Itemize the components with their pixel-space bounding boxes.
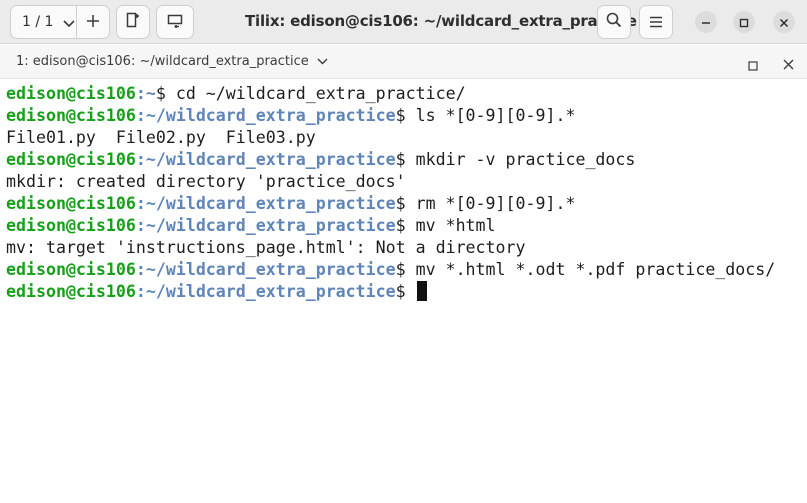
prompt-path: :~/wildcard_extra_practice	[135, 282, 396, 301]
output-line: File01.py File02.py File03.py	[6, 127, 807, 149]
prompt-path: :~/wildcard_extra_practice	[135, 150, 396, 169]
plus-icon	[86, 13, 100, 32]
add-terminal-right-button[interactable]	[116, 5, 150, 39]
prompt-line: edison@cis106:~/wildcard_extra_practice$…	[6, 149, 807, 171]
maximize-button[interactable]	[733, 11, 755, 33]
prompt-line: edison@cis106:~$ cd ~/wildcard_extra_pra…	[6, 83, 807, 105]
close-icon	[779, 13, 789, 32]
prompt-line: edison@cis106:~/wildcard_extra_practice$…	[6, 105, 807, 127]
prompt-path: :~/wildcard_extra_practice	[135, 194, 396, 213]
command-text: $ cd ~/wildcard_extra_practice/	[155, 84, 466, 103]
command-text: $	[395, 282, 416, 301]
hamburger-icon	[649, 13, 663, 32]
command-text: $ ls *[0-9][0-9].*	[395, 106, 576, 125]
close-button[interactable]	[773, 11, 795, 33]
terminal-title-dropdown[interactable]: 1: edison@cis106: ~/wildcard_extra_pract…	[16, 54, 328, 69]
maximize-icon	[739, 13, 749, 32]
header-bar: 1 / 1 Tilix: edison@cis106: ~/wildcard_e…	[0, 0, 807, 44]
minimize-button[interactable]	[695, 11, 717, 33]
chevron-down-icon	[63, 13, 76, 32]
prompt-path: :~/wildcard_extra_practice	[135, 260, 396, 279]
split-down-icon	[167, 13, 183, 32]
prompt-user: edison@cis106	[6, 150, 136, 169]
prompt-line: edison@cis106:~/wildcard_extra_practice$…	[6, 193, 807, 215]
command-text: $ rm *[0-9][0-9].*	[395, 194, 576, 213]
command-text: $ mv *.html *.odt *.pdf practice_docs/	[395, 260, 776, 279]
output-text: File01.py File02.py File03.py	[6, 128, 316, 147]
output-line: mv: target 'instructions_page.html': Not…	[6, 237, 807, 259]
output-text: mv: target 'instructions_page.html': Not…	[6, 238, 526, 257]
close-icon	[783, 55, 794, 74]
minimize-icon	[701, 13, 711, 32]
split-right-icon	[126, 12, 140, 32]
command-text: $ mv *html	[395, 216, 496, 235]
output-line: mkdir: created directory 'practice_docs'	[6, 171, 807, 193]
menu-button[interactable]	[639, 5, 673, 39]
prompt-line: edison@cis106:~/wildcard_extra_practice$…	[6, 259, 807, 281]
maximize-icon	[748, 56, 758, 75]
prompt-line: edison@cis106:~/wildcard_extra_practice$	[6, 281, 807, 303]
search-icon	[606, 12, 622, 32]
prompt-path: :~	[135, 84, 156, 103]
prompt-line: edison@cis106:~/wildcard_extra_practice$…	[6, 215, 807, 237]
terminal-titlebar: 1: edison@cis106: ~/wildcard_extra_pract…	[0, 45, 807, 79]
search-button[interactable]	[597, 5, 631, 39]
terminal-maximize-button[interactable]	[748, 56, 758, 75]
prompt-user: edison@cis106	[6, 106, 136, 125]
prompt-path: :~/wildcard_extra_practice	[135, 106, 396, 125]
prompt-user: edison@cis106	[6, 194, 136, 213]
session-selector[interactable]: 1 / 1	[10, 5, 77, 39]
add-terminal-down-button[interactable]	[156, 5, 194, 39]
terminal-close-button[interactable]	[783, 55, 794, 74]
prompt-user: edison@cis106	[6, 260, 136, 279]
terminal-title-label: 1: edison@cis106: ~/wildcard_extra_pract…	[16, 54, 309, 69]
session-label: 1 / 1	[22, 14, 54, 30]
add-session-button[interactable]	[77, 5, 110, 39]
chevron-down-icon	[317, 54, 328, 69]
output-text: mkdir: created directory 'practice_docs'	[6, 172, 406, 191]
window-title: Tilix: edison@cis106: ~/wildcard_extra_p…	[245, 12, 637, 30]
prompt-user: edison@cis106	[6, 216, 136, 235]
command-text: $ mkdir -v practice_docs	[395, 150, 636, 169]
prompt-user: edison@cis106	[6, 282, 136, 301]
terminal-cursor	[416, 281, 427, 301]
prompt-user: edison@cis106	[6, 84, 136, 103]
prompt-path: :~/wildcard_extra_practice	[135, 216, 396, 235]
terminal-output[interactable]: edison@cis106:~$ cd ~/wildcard_extra_pra…	[0, 79, 807, 503]
